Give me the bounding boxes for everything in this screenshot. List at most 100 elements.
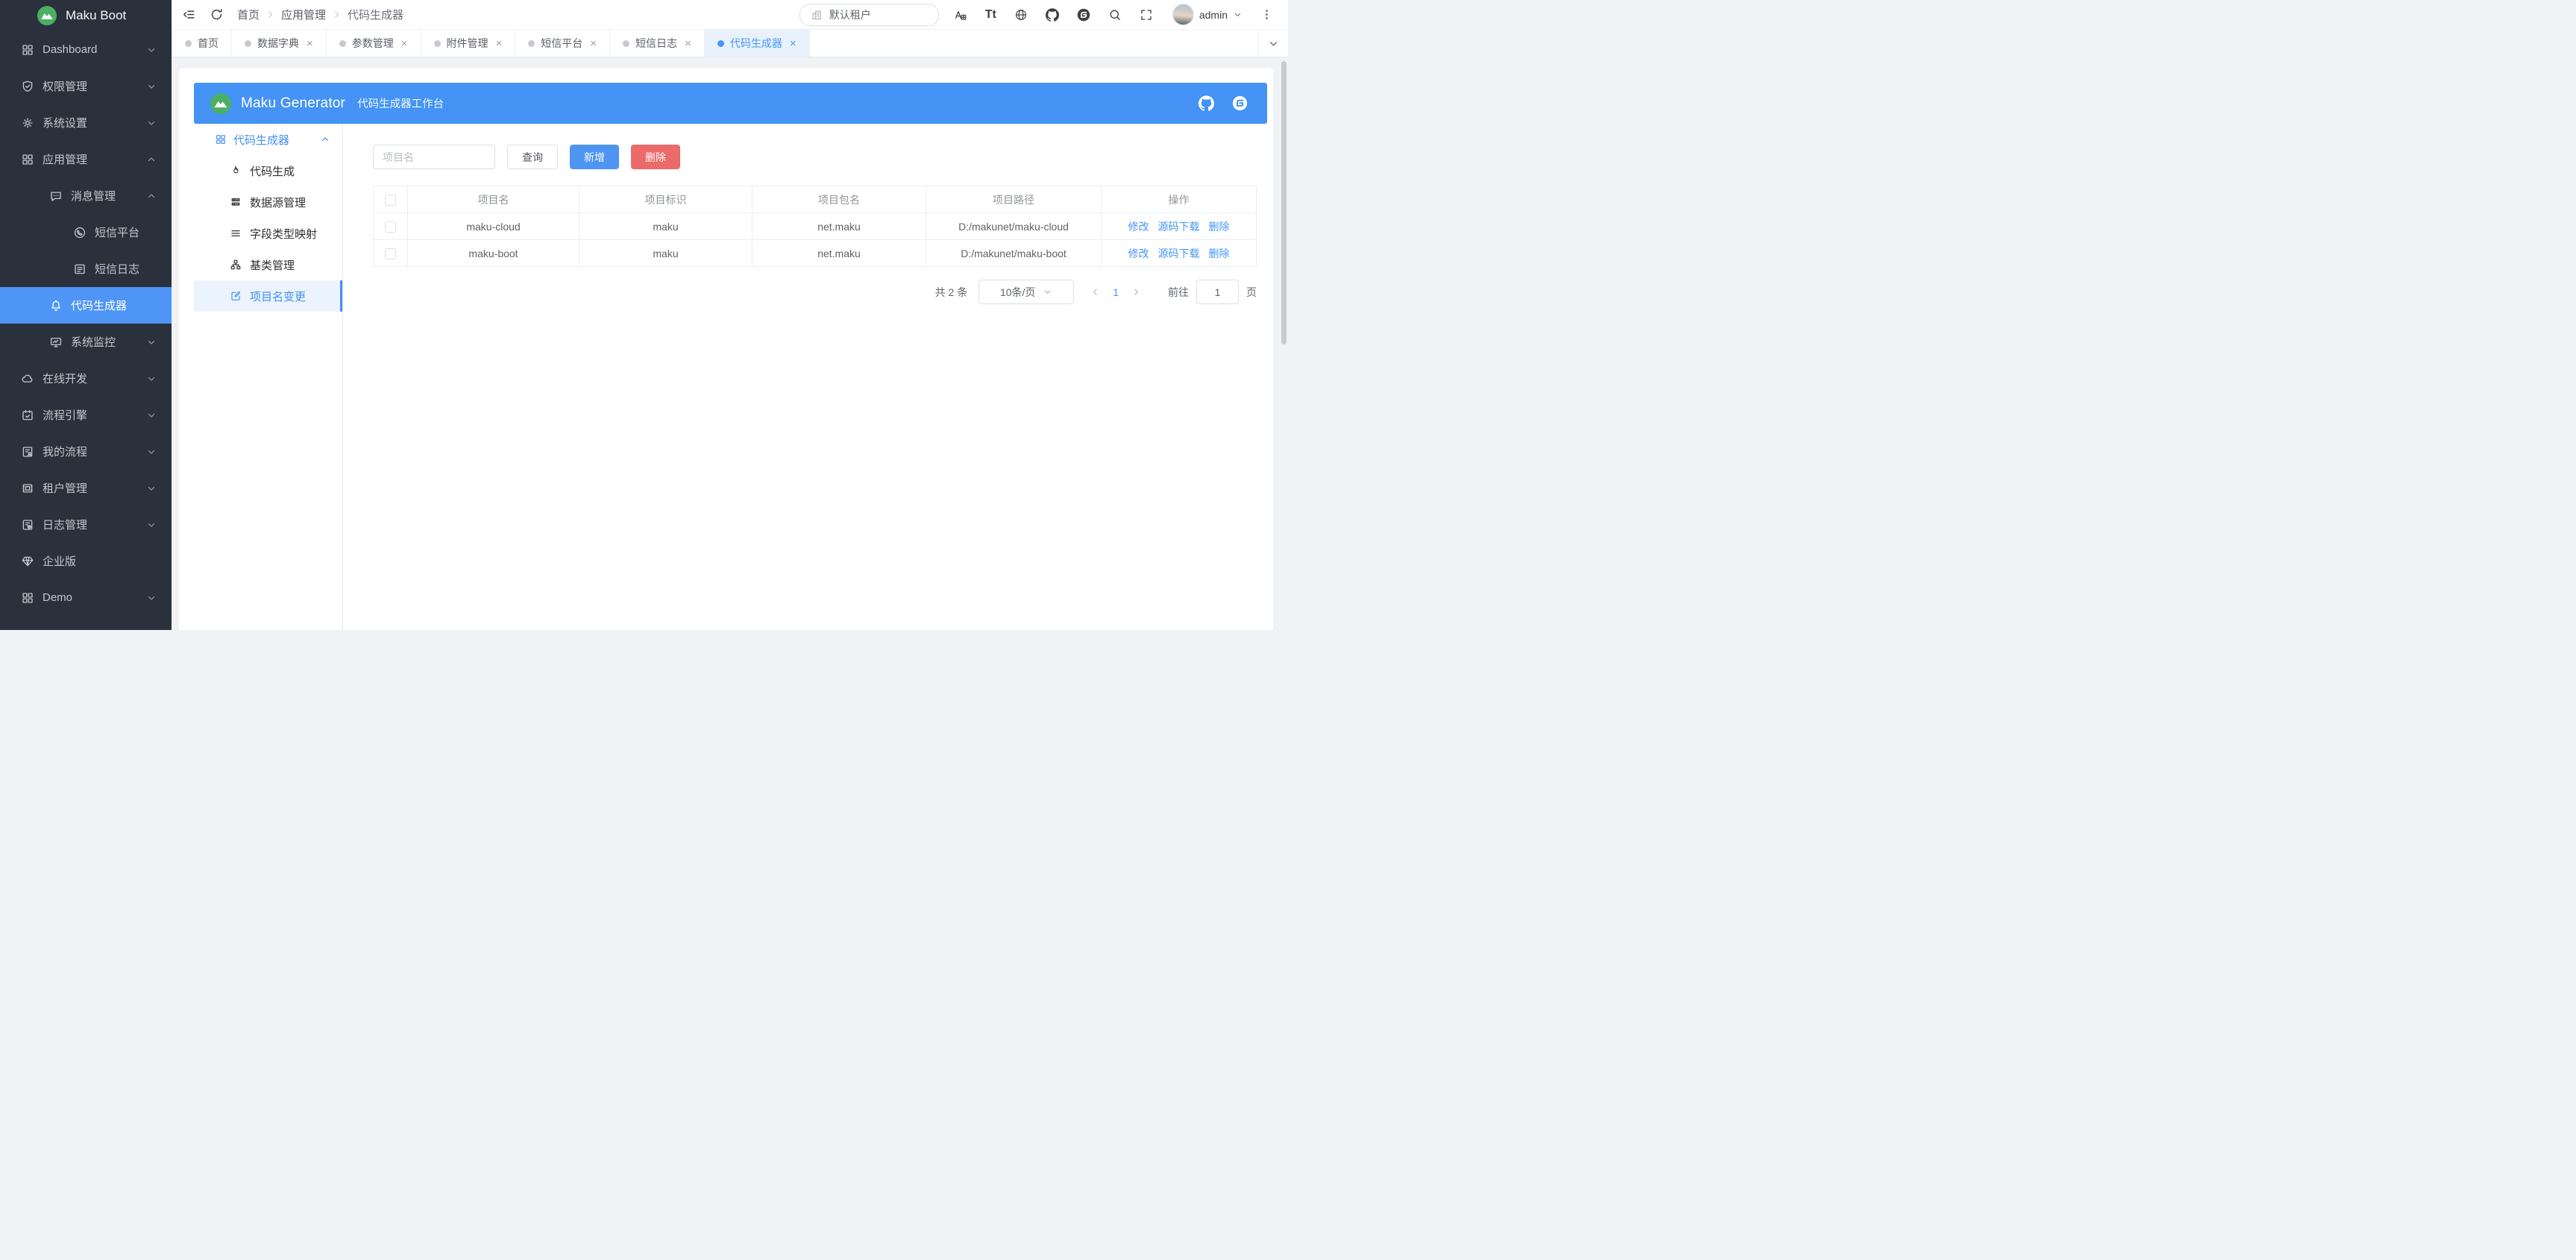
collapse-sidebar-icon[interactable] — [182, 7, 196, 22]
column-header: 项目标识 — [579, 186, 753, 213]
sidebar-item-消息管理[interactable]: 消息管理 — [0, 177, 172, 214]
sidebar-item-流程引擎[interactable]: 流程引擎 — [0, 397, 172, 433]
close-icon[interactable]: × — [790, 38, 797, 49]
row-action-修改[interactable]: 修改 — [1128, 221, 1149, 233]
generator-menu-header[interactable]: 代码生成器 — [194, 124, 342, 155]
tab-首页[interactable]: 首页 — [172, 30, 232, 57]
gitee-icon[interactable] — [1077, 8, 1090, 22]
tab-参数管理[interactable]: 参数管理× — [327, 30, 421, 57]
tenant-value: 默认租户 — [829, 7, 871, 22]
delete-button[interactable]: 删除 — [631, 145, 680, 169]
generator-menu-items: 代码生成数据源管理字段类型映射基类管理项目名变更 — [194, 155, 342, 312]
tab-dot — [717, 40, 724, 47]
sidebar-item-Dashboard[interactable]: Dashboard — [0, 31, 172, 68]
page-size-select[interactable]: 10条/页 — [978, 280, 1074, 304]
generator-menu-item-字段类型映射[interactable]: 字段类型映射 — [194, 218, 342, 249]
content-area: Maku Generator 代码生成器工作台 代码生成器 代码生成数据源管理字… — [172, 57, 1288, 630]
chevron-down-icon — [146, 374, 157, 384]
row-action-删除[interactable]: 删除 — [1209, 221, 1230, 233]
next-page-icon[interactable] — [1131, 287, 1141, 297]
row-checkbox[interactable] — [385, 248, 396, 259]
tab-短信日志[interactable]: 短信日志× — [610, 30, 705, 57]
cloud-icon — [21, 372, 34, 385]
generator-menu: 代码生成器 代码生成数据源管理字段类型映射基类管理项目名变更 — [194, 124, 343, 630]
sidebar-item-系统监控[interactable]: 系统监控 — [0, 324, 172, 360]
sidebar-item-权限管理[interactable]: 权限管理 — [0, 68, 172, 104]
row-action-源码下载[interactable]: 源码下载 — [1158, 221, 1200, 233]
tenant-select[interactable]: 默认租户 — [799, 4, 939, 26]
sidebar-item-在线开发[interactable]: 在线开发 — [0, 360, 172, 397]
sidebar-item-短信日志[interactable]: 短信日志 — [0, 251, 172, 287]
select-all-checkbox[interactable] — [385, 195, 396, 206]
refresh-icon[interactable] — [210, 7, 224, 22]
github-icon[interactable] — [1046, 8, 1059, 22]
more-options-icon[interactable] — [1260, 8, 1273, 21]
translate-icon[interactable] — [954, 8, 967, 22]
tab-list-dropdown[interactable] — [1258, 30, 1288, 57]
chevron-right-icon — [332, 10, 342, 19]
page-size-value: 10条/页 — [1000, 285, 1035, 300]
row-action-源码下载[interactable]: 源码下载 — [1158, 248, 1200, 259]
sidebar-item-租户管理[interactable]: 租户管理 — [0, 470, 172, 506]
row-actions-cell: 修改源码下载删除 — [1102, 213, 1257, 240]
generator-header-icons — [1199, 95, 1248, 111]
tab-代码生成器[interactable]: 代码生成器× — [705, 30, 810, 57]
prev-page-icon[interactable] — [1090, 287, 1100, 297]
close-icon[interactable]: × — [590, 38, 597, 49]
sidebar-item-企业版[interactable]: 企业版 — [0, 543, 172, 579]
sidebar-item-我的流程[interactable]: 我的流程 — [0, 433, 172, 470]
close-icon[interactable]: × — [496, 38, 503, 49]
cell-project-path: D:/makunet/maku-boot — [926, 240, 1102, 267]
tab-label: 首页 — [198, 36, 219, 51]
vertical-scrollbar[interactable] — [1281, 61, 1287, 344]
sidebar-item-短信平台[interactable]: 短信平台 — [0, 214, 172, 251]
row-action-删除[interactable]: 删除 — [1209, 248, 1230, 259]
grid-icon — [21, 153, 34, 166]
sidebar-item-label: 权限管理 — [43, 78, 87, 94]
generator-title: Maku Generator — [241, 95, 345, 112]
add-button[interactable]: 新增 — [570, 145, 619, 169]
topbar: 首页应用管理代码生成器 默认租户 Tt admin — [172, 0, 1288, 30]
generator-menu-item-代码生成[interactable]: 代码生成 — [194, 155, 342, 186]
close-icon[interactable]: × — [401, 38, 408, 49]
row-action-修改[interactable]: 修改 — [1128, 248, 1149, 259]
search-icon[interactable] — [1108, 8, 1122, 22]
font-size-icon[interactable]: Tt — [985, 8, 996, 22]
goto-page-input[interactable] — [1196, 280, 1239, 304]
generator-menu-item-项目名变更[interactable]: 项目名变更 — [194, 280, 342, 312]
sidebar-item-代码生成器[interactable]: 代码生成器 — [0, 287, 172, 324]
gear-icon — [21, 116, 34, 130]
sidebar-item-日志管理[interactable]: 日志管理 — [0, 506, 172, 543]
fullscreen-icon[interactable] — [1140, 8, 1153, 22]
tab-数据字典[interactable]: 数据字典× — [232, 30, 327, 57]
generator-menu-item-数据源管理[interactable]: 数据源管理 — [194, 186, 342, 218]
generator-menu-item-基类管理[interactable]: 基类管理 — [194, 249, 342, 280]
sidebar-item-系统设置[interactable]: 系统设置 — [0, 104, 172, 141]
tab-附件管理[interactable]: 附件管理× — [421, 30, 516, 57]
close-icon[interactable]: × — [685, 38, 691, 49]
row-checkbox[interactable] — [385, 221, 396, 233]
sidebar-item-Demo[interactable]: Demo — [0, 579, 172, 616]
breadcrumb-item[interactable]: 首页 — [237, 7, 260, 22]
maku-logo-icon — [37, 6, 57, 25]
gitee-inv-icon[interactable] — [1232, 95, 1248, 111]
generator-menu-item-label: 字段类型映射 — [250, 226, 317, 242]
brand[interactable]: Maku Boot — [0, 0, 172, 31]
query-button[interactable]: 查询 — [507, 145, 558, 169]
globe-icon[interactable] — [1014, 8, 1028, 22]
sidebar-item-应用管理[interactable]: 应用管理 — [0, 141, 172, 177]
generator-menu-item-label: 代码生成 — [250, 163, 295, 179]
calendar-icon — [21, 409, 34, 422]
row-select-cell — [374, 240, 408, 267]
breadcrumb-item[interactable]: 应用管理 — [281, 7, 326, 22]
github-icon[interactable] — [1199, 95, 1214, 111]
main-column: 首页应用管理代码生成器 默认租户 Tt admin 首页数据字典×参数管理×附件… — [172, 0, 1288, 630]
generator-content: 查询 新增 删除 项目名项目标识项目包名项目路径操作 maku-cloudmak… — [343, 124, 1267, 630]
current-page[interactable]: 1 — [1113, 286, 1119, 298]
tab-短信平台[interactable]: 短信平台× — [515, 30, 610, 57]
sidebar: Maku Boot Dashboard 权限管理系统设置应用管理消息管理短信平台短… — [0, 0, 172, 630]
close-icon[interactable]: × — [307, 38, 313, 49]
user-menu[interactable]: admin — [1172, 4, 1243, 25]
table-header-row: 项目名项目标识项目包名项目路径操作 — [374, 186, 1257, 213]
project-name-input[interactable] — [373, 145, 495, 169]
